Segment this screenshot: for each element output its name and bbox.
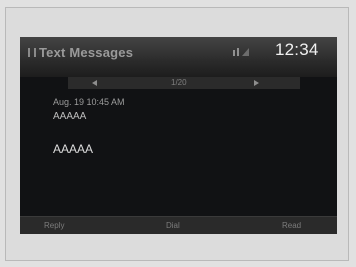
dial-button[interactable]: Dial [166,219,180,233]
message-date: Aug. 19 10:45 AM [53,97,125,107]
reply-button[interactable]: Reply [44,219,64,233]
message-pager: 1/20 [68,77,300,89]
menu-icon[interactable] [28,48,36,57]
action-bar: Reply Dial Read [20,216,337,234]
right-arrow-icon[interactable] [254,80,259,86]
signal-icon [233,48,249,56]
message-sender: AAAAA [53,111,87,122]
clock: 12:34 [275,40,319,59]
display-screen: Text Messages 12:34 1/20 Aug. 19 10:45 A… [20,37,337,234]
read-button[interactable]: Read [282,219,301,233]
screen-title: Text Messages [39,45,134,60]
left-arrow-icon[interactable] [92,80,97,86]
title-bar: Text Messages 12:34 [20,37,337,77]
message-count: 1/20 [171,78,187,87]
message-body: AAAAA [53,142,94,156]
